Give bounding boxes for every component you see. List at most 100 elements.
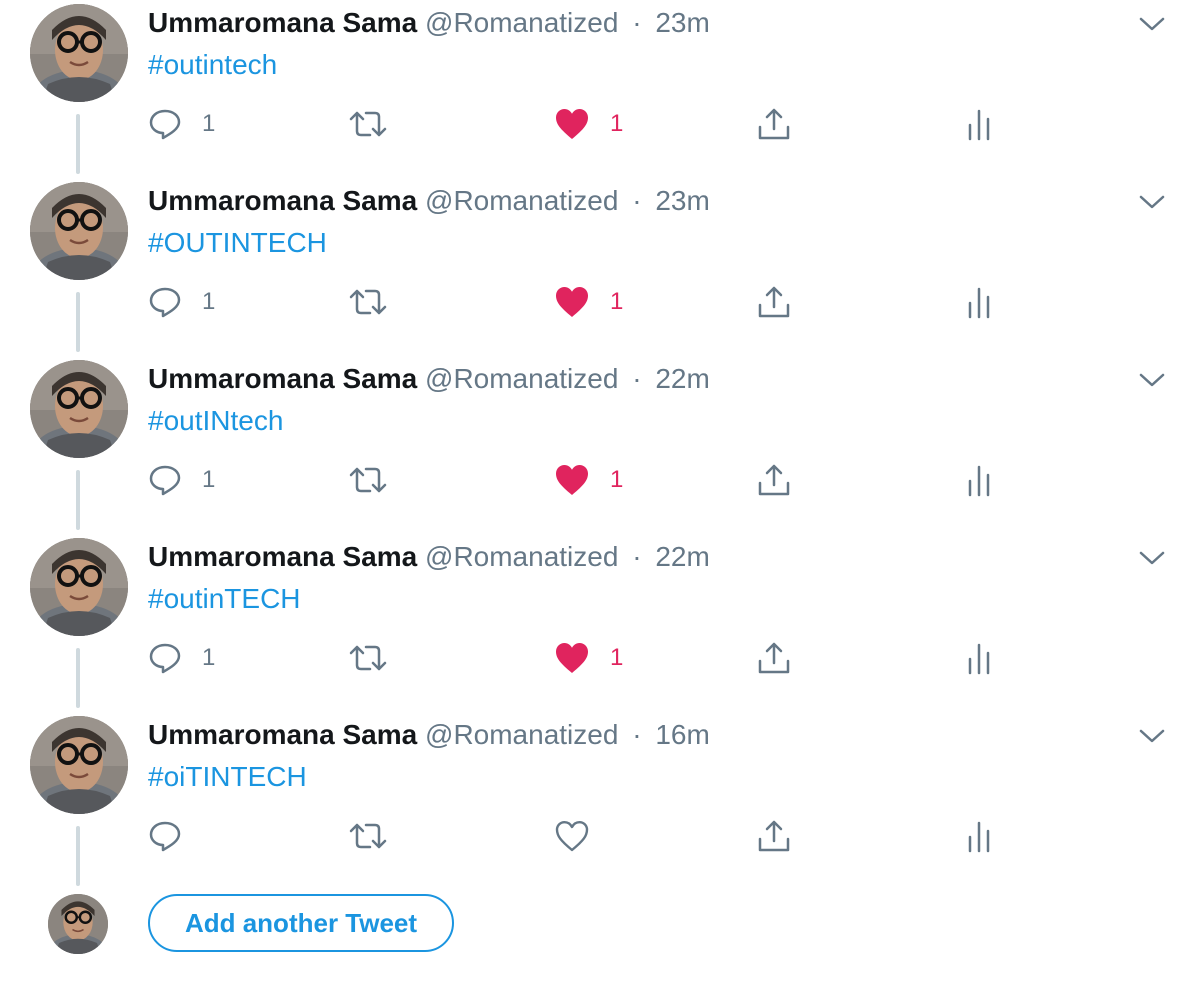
tweet-actions: 1 1 (148, 636, 1048, 680)
like-button[interactable]: 1 (554, 636, 623, 680)
user-handle[interactable]: @Romanatized (425, 7, 618, 38)
analytics-button[interactable] (964, 636, 994, 680)
reply-count: 1 (202, 288, 216, 315)
retweet-button[interactable] (348, 102, 388, 146)
analytics-button[interactable] (964, 814, 994, 858)
compose-row: Add another Tweet (0, 880, 1196, 970)
like-count: 1 (610, 644, 624, 671)
like-button[interactable] (554, 814, 610, 858)
analytics-icon (964, 107, 994, 141)
tweet-text: #outinTECH (148, 582, 301, 616)
like-count: 1 (610, 288, 624, 315)
hashtag-link[interactable]: #outintech (148, 49, 277, 80)
like-button[interactable]: 1 (554, 102, 623, 146)
reply-button[interactable]: 1 (148, 102, 215, 146)
thread-connector (76, 292, 80, 352)
tweet-header: Ummaromana Sama @Romanatized · 23m (148, 6, 710, 40)
hashtag-link[interactable]: #oiTINTECH (148, 761, 307, 792)
timestamp[interactable]: 23m (655, 7, 709, 38)
tweet-text: #oiTINTECH (148, 760, 307, 794)
tweet: Ummaromana Sama @Romanatized · 23m #OUTI… (0, 178, 1196, 356)
tweet-text: #OUTINTECH (148, 226, 327, 260)
analytics-button[interactable] (964, 102, 994, 146)
chevron-down-icon[interactable] (1138, 548, 1166, 568)
reply-button[interactable] (148, 814, 202, 858)
tweet-actions (148, 814, 1048, 858)
analytics-button[interactable] (964, 280, 994, 324)
hashtag-link[interactable]: #OUTINTECH (148, 227, 327, 258)
tweet-text: #outINtech (148, 404, 283, 438)
analytics-icon (964, 819, 994, 853)
retweet-button[interactable] (348, 280, 388, 324)
chevron-down-icon[interactable] (1138, 192, 1166, 212)
retweet-icon (348, 107, 388, 141)
retweet-button[interactable] (348, 636, 388, 680)
tweet: Ummaromana Sama @Romanatized · 22m #outi… (0, 534, 1196, 712)
tweet-actions: 1 1 (148, 280, 1048, 324)
user-handle[interactable]: @Romanatized (425, 541, 618, 572)
separator: · (632, 719, 642, 750)
reply-icon (148, 641, 182, 675)
reply-button[interactable]: 1 (148, 636, 215, 680)
analytics-button[interactable] (964, 458, 994, 502)
reply-button[interactable]: 1 (148, 458, 215, 502)
display-name[interactable]: Ummaromana Sama (148, 7, 417, 38)
timestamp[interactable]: 22m (655, 363, 709, 394)
display-name[interactable]: Ummaromana Sama (148, 719, 417, 750)
tweet-header: Ummaromana Sama @Romanatized · 22m (148, 540, 710, 574)
like-button[interactable]: 1 (554, 280, 623, 324)
avatar[interactable] (48, 894, 108, 954)
reply-icon (148, 107, 182, 141)
reply-count: 1 (202, 644, 216, 671)
user-handle[interactable]: @Romanatized (425, 185, 618, 216)
separator: · (632, 7, 642, 38)
chevron-down-icon[interactable] (1138, 370, 1166, 390)
share-icon (756, 462, 792, 498)
timestamp[interactable]: 23m (655, 185, 709, 216)
share-button[interactable] (756, 814, 792, 858)
chevron-down-icon[interactable] (1138, 726, 1166, 746)
chevron-down-icon[interactable] (1138, 14, 1166, 34)
tweet-actions: 1 1 (148, 458, 1048, 502)
share-button[interactable] (756, 102, 792, 146)
retweet-button[interactable] (348, 458, 388, 502)
separator: · (632, 541, 642, 572)
tweet: Ummaromana Sama @Romanatized · 16m #oiTI… (0, 712, 1196, 890)
analytics-icon (964, 285, 994, 319)
analytics-icon (964, 641, 994, 675)
heart-icon (554, 819, 590, 853)
avatar[interactable] (30, 360, 128, 458)
avatar[interactable] (30, 4, 128, 102)
avatar[interactable] (30, 716, 128, 814)
add-another-tweet-button[interactable]: Add another Tweet (148, 894, 454, 952)
reply-button[interactable]: 1 (148, 280, 215, 324)
display-name[interactable]: Ummaromana Sama (148, 541, 417, 572)
retweet-icon (348, 641, 388, 675)
heart-icon (554, 463, 590, 497)
user-handle[interactable]: @Romanatized (425, 719, 618, 750)
display-name[interactable]: Ummaromana Sama (148, 363, 417, 394)
share-button[interactable] (756, 458, 792, 502)
separator: · (632, 185, 642, 216)
hashtag-link[interactable]: #outINtech (148, 405, 283, 436)
share-icon (756, 106, 792, 142)
heart-icon (554, 285, 590, 319)
timestamp[interactable]: 22m (655, 541, 709, 572)
share-button[interactable] (756, 280, 792, 324)
reply-count: 1 (202, 466, 216, 493)
like-button[interactable]: 1 (554, 458, 623, 502)
like-count: 1 (610, 110, 624, 137)
avatar[interactable] (30, 538, 128, 636)
display-name[interactable]: Ummaromana Sama (148, 185, 417, 216)
timestamp[interactable]: 16m (655, 719, 709, 750)
retweet-button[interactable] (348, 814, 388, 858)
tweet-actions: 1 1 (148, 102, 1048, 146)
user-handle[interactable]: @Romanatized (425, 363, 618, 394)
reply-icon (148, 819, 182, 853)
avatar[interactable] (30, 182, 128, 280)
share-button[interactable] (756, 636, 792, 680)
heart-icon (554, 107, 590, 141)
thread-connector (76, 648, 80, 708)
hashtag-link[interactable]: #outinTECH (148, 583, 301, 614)
tweet-text: #outintech (148, 48, 277, 82)
